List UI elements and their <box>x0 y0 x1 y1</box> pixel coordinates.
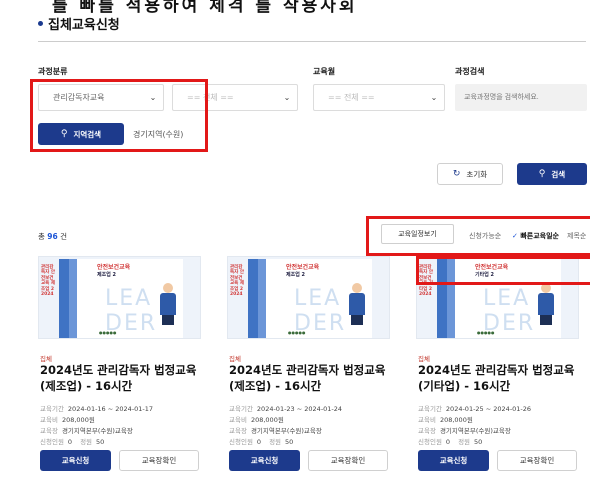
reset-label: 초기화 <box>466 169 488 179</box>
book-side-title: 관리감독자 안전보건교육 제조업 2 2024 <box>230 265 244 297</box>
book-spine <box>437 259 447 338</box>
book-illustration-person <box>537 283 555 325</box>
course-card[interactable]: 관리감독자 안전보건교육 제조업 2 2024 안전보건교육 제조업 2 LEA DE… <box>227 256 391 471</box>
course-card[interactable]: 관리감독자 안전보건교육 제조업 2 2024 안전보건교육 제조업 2 LEA DE… <box>38 256 202 471</box>
publisher-logo: ●●●●● <box>99 330 117 335</box>
course-title[interactable]: 2024년도 관리감독자 법정교육(기타업) - 16시간 <box>418 362 580 394</box>
apply-button[interactable]: 교육신청 <box>40 450 111 471</box>
course-period: 교육기간 2024-01-23 ~ 2024-01-24 <box>229 405 343 413</box>
book-illustration-person <box>159 283 177 325</box>
course-category-value: 관리감독자교육 <box>53 93 105 102</box>
region-search-label: 지역검색 <box>73 129 102 139</box>
chevron-down-icon: ⌄ <box>430 93 438 102</box>
publisher-logo: ●●●●● <box>288 330 306 335</box>
course-category-select[interactable]: 관리감독자교육 ⌄ <box>38 84 164 111</box>
course-seats: 신청인원 0 정원 50 <box>229 438 294 446</box>
textbook-cover-image: 관리감독자 안전보건교육 제조업 2 2024 안전보건교육 제조업 2 LEA DE… <box>41 259 183 338</box>
search-label: 검색 <box>551 169 566 179</box>
search-button[interactable]: ⚲ 검색 <box>517 163 587 185</box>
publisher-logo: ●●●●● <box>477 330 495 335</box>
book-side-title: 관리감독자 안전보건교육 기타업 2 2024 <box>419 265 433 297</box>
course-place: 교육장 경기지역본부(수원)교육장 <box>229 427 322 435</box>
venue-check-button[interactable]: 교육장확인 <box>497 450 577 471</box>
sort-fast-date[interactable]: ✓ 빠른교육일순 <box>512 231 559 241</box>
course-thumbnail: 관리감독자 안전보건교육 제조업 2 2024 안전보건교육 제조업 2 LEA DE… <box>38 256 201 339</box>
book-spine-inner <box>69 259 77 338</box>
month-select[interactable]: == 전체 == ⌄ <box>313 84 445 111</box>
book-side-title: 관리감독자 안전보건교육 제조업 2 2024 <box>41 265 55 297</box>
section-divider <box>38 41 586 42</box>
result-count-prefix: 총 <box>38 232 48 241</box>
result-count-suffix: 건 <box>57 232 68 241</box>
region-search-button[interactable]: ⚲ 지역검색 <box>38 123 124 145</box>
section-title-text: 집체교육신청 <box>48 18 120 33</box>
refresh-icon: ↻ <box>452 169 461 179</box>
book-spine-inner <box>447 259 455 338</box>
course-title[interactable]: 2024년도 관리감독자 법정교육(제조업) - 16시간 <box>40 362 202 394</box>
book-title: 안전보건교육 제조업 2 <box>97 264 131 278</box>
search-icon: ⚲ <box>60 129 68 139</box>
book-leader-graphic: LEA DER <box>483 286 536 336</box>
course-title[interactable]: 2024년도 관리감독자 법정교육(제조업) - 16시간 <box>229 362 391 394</box>
check-icon: ✓ <box>512 232 518 240</box>
textbook-cover-image: 관리감독자 안전보건교육 제조업 2 2024 안전보건교육 제조업 2 LEA DE… <box>230 259 372 338</box>
course-subcategory-value: == 전체 == <box>187 93 234 102</box>
course-place: 교육장 경기지역본부(수원)교육장 <box>40 427 133 435</box>
venue-check-button[interactable]: 교육장확인 <box>119 450 199 471</box>
book-title: 안전보건교육 기타업 2 <box>475 264 509 278</box>
book-title: 안전보건교육 제조업 2 <box>286 264 320 278</box>
course-seats: 신청인원 0 정원 50 <box>418 438 483 446</box>
book-spine <box>59 259 69 338</box>
course-thumbnail: 관리감독자 안전보건교육 기타업 2 2024 안전보건교육 기타업 2 LEA DE… <box>416 256 579 339</box>
month-value: == 전체 == <box>328 93 375 102</box>
course-category-label: 과정분류 <box>38 67 68 76</box>
sort-fast-label: 빠른교육일순 <box>520 232 559 240</box>
course-fee: 교육비 208,000원 <box>418 416 473 424</box>
course-search-input[interactable] <box>455 84 587 111</box>
course-search-label: 과정검색 <box>455 67 485 76</box>
chevron-down-icon: ⌄ <box>283 93 291 102</box>
bullet-dot-icon <box>38 21 43 26</box>
book-spine <box>248 259 258 338</box>
book-spine-inner <box>258 259 266 338</box>
textbook-cover-image: 관리감독자 안전보건교육 기타업 2 2024 안전보건교육 기타업 2 LEA DE… <box>419 259 561 338</box>
book-leader-graphic: LEA DER <box>294 286 347 336</box>
result-count-number: 96 <box>47 232 58 241</box>
venue-check-button[interactable]: 교육장확인 <box>308 450 388 471</box>
course-fee: 교육비 208,000원 <box>229 416 284 424</box>
course-card[interactable]: 관리감독자 안전보건교육 기타업 2 2024 안전보건교육 기타업 2 LEA DE… <box>416 256 580 471</box>
search-icon: ⚲ <box>538 169 546 179</box>
course-period: 교육기간 2024-01-16 ~ 2024-01-17 <box>40 405 154 413</box>
sort-available[interactable]: 신청가능순 <box>469 231 501 241</box>
chevron-down-icon: ⌄ <box>149 93 157 102</box>
month-label: 교육월 <box>313 67 336 76</box>
region-tab-gyeonggi[interactable]: 경기지역(수원) <box>133 123 183 145</box>
course-seats: 신청인원 0 정원 50 <box>40 438 105 446</box>
course-subcategory-select[interactable]: == 전체 == ⌄ <box>172 84 298 111</box>
book-leader-graphic: LEA DER <box>105 286 158 336</box>
result-count: 총 96 건 <box>38 231 67 242</box>
book-illustration-person <box>348 283 366 325</box>
course-place: 교육장 경기지역본부(수원)교육장 <box>418 427 511 435</box>
course-fee: 교육비 208,000원 <box>40 416 95 424</box>
schedule-view-button[interactable]: 교육일정보기 <box>381 224 454 244</box>
reset-button[interactable]: ↻ 초기화 <box>437 163 503 185</box>
apply-button[interactable]: 교육신청 <box>418 450 489 471</box>
sort-title[interactable]: 제목순 <box>567 231 586 241</box>
apply-button[interactable]: 교육신청 <box>229 450 300 471</box>
section-title: 집체교육신청 <box>38 14 120 33</box>
course-thumbnail: 관리감독자 안전보건교육 제조업 2 2024 안전보건교육 제조업 2 LEA DE… <box>227 256 390 339</box>
course-period: 교육기간 2024-01-25 ~ 2024-01-26 <box>418 405 532 413</box>
